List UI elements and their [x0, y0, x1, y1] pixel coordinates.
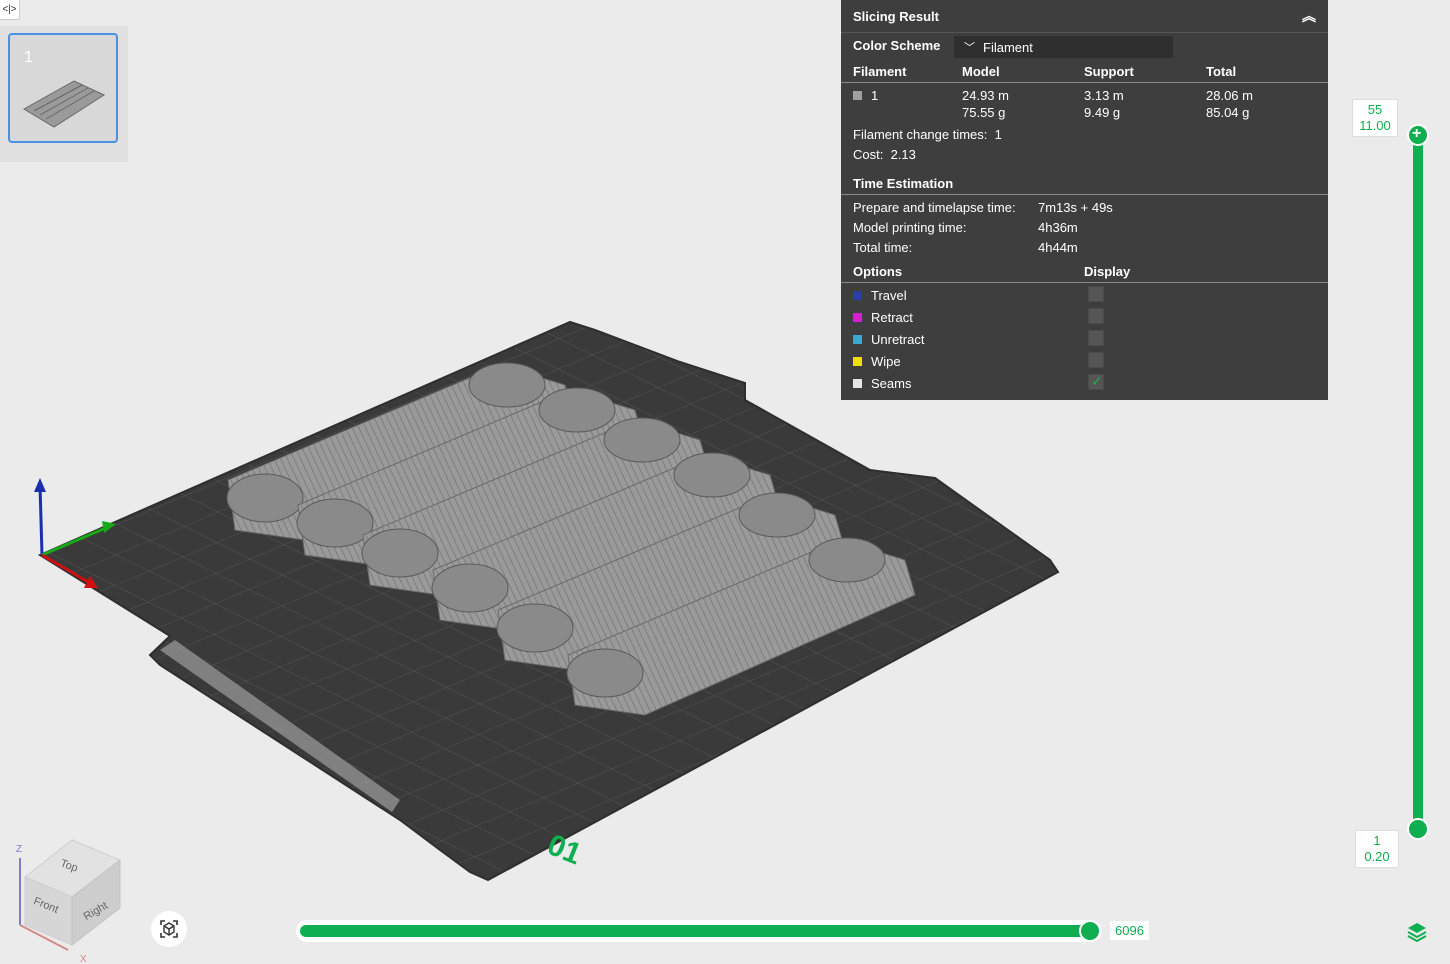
panel-toggle-button[interactable]: <|> — [0, 0, 20, 20]
model-length: 24.93 m — [962, 88, 1009, 103]
collapse-icon[interactable]: ︽ — [1302, 6, 1316, 26]
layer-slider-track[interactable] — [1413, 134, 1423, 830]
col-header-support: Support — [1084, 64, 1134, 79]
model-time-value: 4h36m — [1038, 220, 1078, 235]
cost: Cost: 2.13 — [853, 147, 916, 162]
travel-checkbox[interactable] — [1088, 286, 1104, 302]
view-toggle-button[interactable] — [151, 911, 187, 947]
wipe-checkbox[interactable] — [1088, 352, 1104, 368]
filament-row-id: 1 — [853, 88, 878, 103]
layers-button[interactable] — [1404, 920, 1430, 944]
col-header-total: Total — [1206, 64, 1237, 79]
total-length: 28.06 m — [1206, 88, 1253, 103]
travel-swatch — [853, 291, 862, 300]
chevron-down-icon: ﹀ — [964, 42, 975, 54]
filament-swatch — [853, 91, 862, 100]
col-header-model: Model — [962, 64, 1000, 79]
move-slider-track[interactable] — [300, 925, 1090, 937]
time-estimation-title: Time Estimation — [853, 176, 954, 191]
seams-swatch — [853, 379, 862, 388]
option-travel: Travel — [853, 288, 907, 303]
svg-text:X: X — [80, 954, 87, 964]
retract-checkbox[interactable] — [1088, 308, 1104, 324]
support-weight: 9.49 g — [1084, 105, 1121, 120]
option-retract: Retract — [853, 310, 913, 325]
filament-change-times: Filament change times: 1 — [853, 127, 1002, 142]
total-time-label: Total time: — [853, 240, 913, 255]
cube-view-icon — [160, 920, 178, 938]
prepare-time-label: Prepare and timelapse time: — [853, 200, 1016, 215]
col-header-filament: Filament — [853, 64, 907, 79]
slicing-result-header[interactable]: Slicing Result ︽ — [841, 0, 1328, 33]
top-layer-label: 55 11.00 — [1352, 99, 1398, 137]
total-time-value: 4h44m — [1038, 240, 1078, 255]
bottom-layer-label: 1 0.20 — [1355, 830, 1399, 868]
option-wipe: Wipe — [853, 354, 901, 369]
seams-checkbox[interactable] — [1088, 373, 1104, 390]
slicing-result-title: Slicing Result — [853, 8, 939, 24]
option-seams: Seams — [853, 376, 911, 391]
plus-icon: + — [1412, 125, 1422, 142]
color-scheme-value: Filament — [983, 39, 1033, 55]
slicing-result-panel: Slicing Result ︽ Color Scheme ﹀ Filament… — [841, 0, 1328, 400]
layers-icon — [1407, 923, 1427, 943]
layer-slider-bottom-handle[interactable] — [1407, 818, 1429, 840]
display-header: Display — [1084, 264, 1131, 279]
options-header: Options — [853, 264, 903, 279]
move-slider-value: 6096 — [1110, 921, 1149, 940]
model-time-label: Model printing time: — [853, 220, 967, 235]
unretract-swatch — [853, 335, 862, 344]
svg-text:Z: Z — [16, 844, 22, 855]
plate-thumbnail-number: 1 — [24, 49, 33, 66]
color-scheme-label: Color Scheme — [853, 38, 941, 53]
unretract-checkbox[interactable] — [1088, 330, 1104, 346]
color-scheme-select[interactable]: ﹀ Filament — [954, 36, 1173, 58]
option-unretract: Unretract — [853, 332, 924, 347]
model-weight: 75.55 g — [962, 105, 1006, 120]
move-slider-handle[interactable] — [1079, 920, 1101, 942]
layer-slider-top-handle[interactable]: + — [1407, 124, 1429, 146]
plate-thumbnail-panel: 1 — [0, 26, 128, 162]
nav-cube[interactable]: Top Front Right Z X — [16, 839, 121, 964]
prepare-time-value: 7m13s + 49s — [1038, 200, 1113, 215]
wipe-swatch — [853, 357, 862, 366]
total-weight: 85.04 g — [1206, 105, 1250, 120]
support-length: 3.13 m — [1084, 88, 1124, 103]
plate-thumbnail[interactable]: 1 — [8, 33, 118, 143]
retract-swatch — [853, 313, 862, 322]
